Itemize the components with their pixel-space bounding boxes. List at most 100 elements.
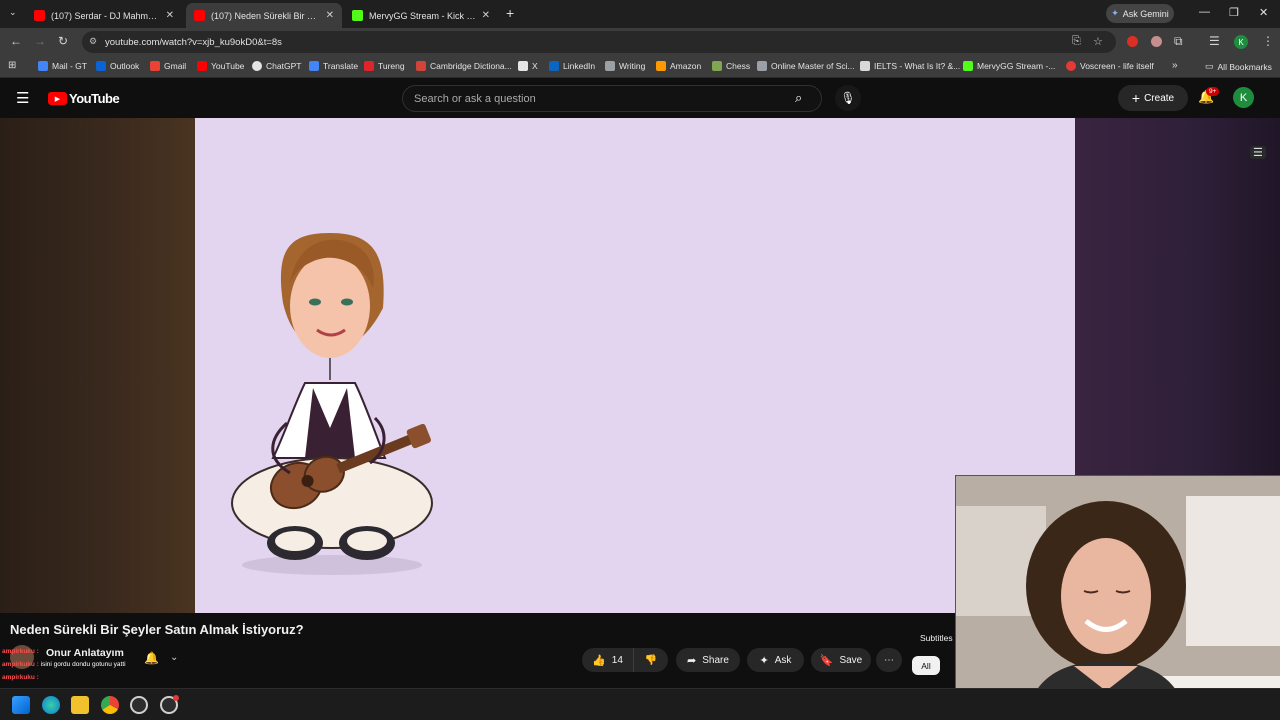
apps-grid-icon[interactable]: ⊞ xyxy=(8,60,16,71)
bookmark-label: Amazon xyxy=(670,61,702,71)
subtitles-label[interactable]: Subtitles xyxy=(920,633,953,643)
like-button[interactable]: 👍 14 xyxy=(582,648,634,672)
tab-serdar[interactable]: (107) Serdar - DJ Mahmut Deg ✕ xyxy=(26,3,182,28)
media-control-icon[interactable]: ☰ xyxy=(1209,34,1220,48)
create-button[interactable]: + Create xyxy=(1118,85,1188,111)
browser-menu-icon[interactable]: ⋮ xyxy=(1262,34,1274,48)
ask-gemini-button[interactable]: ✦ Ask Gemini xyxy=(1106,4,1174,23)
chat-text: isini gordu dondu gotunu yatti xyxy=(40,661,126,668)
bookmark-tureng[interactable]: Tureng xyxy=(364,61,405,71)
install-app-icon[interactable]: ⎘ xyxy=(1072,35,1081,48)
youtube-favicon-icon xyxy=(34,10,45,21)
windows-taskbar xyxy=(0,688,1280,720)
search-input[interactable]: Search or ask a question ⌕ xyxy=(402,85,822,112)
bookmark-writing[interactable]: Writing xyxy=(605,61,645,71)
extensions-puzzle-icon[interactable]: ⧉ xyxy=(1174,34,1183,49)
bookmark-gmail[interactable]: Gmail xyxy=(150,61,186,71)
create-label: Create xyxy=(1144,92,1175,104)
chevron-down-icon[interactable]: ⌄ xyxy=(170,652,178,663)
bookmark-favicon-icon xyxy=(38,61,48,71)
kick-favicon-icon xyxy=(352,10,363,21)
forward-icon[interactable]: → xyxy=(34,34,46,48)
microphone-icon[interactable]: 🎙 xyxy=(835,85,861,111)
tab-search-icon[interactable]: ⌄ xyxy=(9,7,17,18)
bookmark-favicon-icon xyxy=(309,61,319,71)
close-tab-icon[interactable]: ✕ xyxy=(326,10,334,21)
extension-red-icon[interactable] xyxy=(1127,36,1138,47)
bookmark-translate[interactable]: Translate xyxy=(309,61,358,71)
bookmark-chatgpt[interactable]: ChatGPT xyxy=(252,61,301,71)
bookmark-voscreen[interactable]: Voscreen - life itself xyxy=(1066,61,1154,71)
filter-chip-all[interactable]: All xyxy=(912,656,940,675)
bookmark-outlook[interactable]: Outlook xyxy=(96,61,139,71)
hamburger-menu-icon[interactable]: ☰ xyxy=(16,89,29,107)
bookmark-label: MervyGG Stream -... xyxy=(977,61,1056,71)
bookmark-label: Outlook xyxy=(110,61,140,71)
bookmark-youtube[interactable]: YouTube xyxy=(197,61,244,71)
bookmark-favicon-icon xyxy=(197,61,207,71)
close-window-button[interactable]: ✕ xyxy=(1259,6,1268,19)
bookmark-mervygg[interactable]: MervyGG Stream -... xyxy=(963,61,1055,71)
folder-icon: ▭ xyxy=(1205,61,1214,71)
account-avatar[interactable]: K xyxy=(1233,87,1254,108)
file-explorer-icon[interactable] xyxy=(71,696,89,714)
chapters-list-icon[interactable]: ☰ xyxy=(1250,146,1266,159)
all-bookmarks-folder[interactable]: ▭ All Bookmarks xyxy=(1205,61,1272,72)
ask-button[interactable]: ✦ Ask xyxy=(747,648,804,672)
chrome-browser-icon[interactable] xyxy=(101,696,119,714)
bookmark-label: YouTube xyxy=(211,61,245,71)
dislike-button[interactable]: 👎 xyxy=(634,648,668,672)
close-tab-icon[interactable]: ✕ xyxy=(166,10,174,21)
bookmark-favicon-icon xyxy=(416,61,426,71)
channel-name[interactable]: Onur Anlatayım xyxy=(46,647,124,659)
reload-icon[interactable]: ↻ xyxy=(58,34,68,48)
minimize-button[interactable]: — xyxy=(1199,6,1210,18)
address-bar[interactable]: ⚙ youtube.com/watch?v=xjb_ku9okD0&t=8s ⎘… xyxy=(82,31,1116,53)
search-icon[interactable]: ⌕ xyxy=(795,90,802,106)
site-info-icon[interactable]: ⚙ xyxy=(89,36,97,47)
bookmark-amazon[interactable]: Amazon xyxy=(656,61,701,71)
bookmark-online-master[interactable]: Online Master of Sci... xyxy=(757,61,855,71)
youtube-logo-text: YouTube xyxy=(69,91,120,106)
bookmark-ielts[interactable]: IELTS - What Is It? &... xyxy=(860,61,960,71)
video-frame[interactable] xyxy=(195,118,1075,613)
extension-icon[interactable] xyxy=(1151,36,1162,47)
share-button[interactable]: ➦ Share xyxy=(676,648,740,672)
more-dots-icon: ⋯ xyxy=(884,654,894,666)
chat-message: ampirkuku : isini gordu dondu gotunu yat… xyxy=(2,661,126,668)
profile-avatar[interactable]: K xyxy=(1234,35,1248,49)
maximize-button[interactable]: ❐ xyxy=(1229,6,1239,19)
subscribed-bell-icon[interactable]: 🔔 xyxy=(144,651,159,665)
bookmark-label: Online Master of Sci... xyxy=(771,61,855,71)
windows-start-icon[interactable] xyxy=(12,696,30,714)
youtube-logo[interactable]: ▶ YouTube xyxy=(48,91,120,106)
bookmark-cambridge[interactable]: Cambridge Dictiona... xyxy=(416,61,512,71)
bookmark-chess[interactable]: Chess xyxy=(712,61,750,71)
thumbs-down-icon: 👎 xyxy=(644,654,658,666)
bookmark-favicon-icon xyxy=(150,61,160,71)
tab-neden-surekli[interactable]: (107) Neden Sürekli Bir Şeyler S ✕ xyxy=(186,3,342,28)
edge-browser-icon[interactable] xyxy=(42,696,60,714)
bookmark-label: Voscreen - life itself xyxy=(1080,61,1154,71)
more-bookmarks-icon[interactable]: » xyxy=(1172,60,1178,71)
bookmark-x[interactable]: X xyxy=(518,61,538,71)
youtube-play-logo-icon: ▶ xyxy=(48,92,67,105)
bookmark-mail-gt[interactable]: Mail - GT xyxy=(38,61,87,71)
chat-message: ampirkuku : xyxy=(2,648,39,655)
bookmark-star-icon[interactable]: ☆ xyxy=(1093,35,1103,48)
bookmarks-bar: ⊞ Mail - GT Outlook Gmail YouTube ChatGP… xyxy=(0,56,1280,78)
bookmark-label: X xyxy=(532,61,538,71)
plus-icon: + xyxy=(1131,90,1141,106)
sparkle-icon: ✦ xyxy=(759,654,769,667)
save-button[interactable]: 🔖 Save xyxy=(811,648,871,672)
close-tab-icon[interactable]: ✕ xyxy=(482,10,490,21)
url-text: youtube.com/watch?v=xjb_ku9okD0&t=8s xyxy=(105,37,282,48)
video-title: Neden Sürekli Bir Şeyler Satın Almak İst… xyxy=(10,622,304,637)
new-tab-button[interactable]: + xyxy=(506,5,514,21)
more-actions-button[interactable]: ⋯ xyxy=(876,648,902,672)
bookmark-linkedin[interactable]: LinkedIn xyxy=(549,61,595,71)
chatgpt-app-icon[interactable] xyxy=(130,696,148,714)
tab-mervygg-kick[interactable]: MervyGG Stream - Kick Dashbo ✕ xyxy=(344,3,498,28)
back-icon[interactable]: ← xyxy=(10,34,22,48)
bookmark-label: Translate xyxy=(323,61,359,71)
